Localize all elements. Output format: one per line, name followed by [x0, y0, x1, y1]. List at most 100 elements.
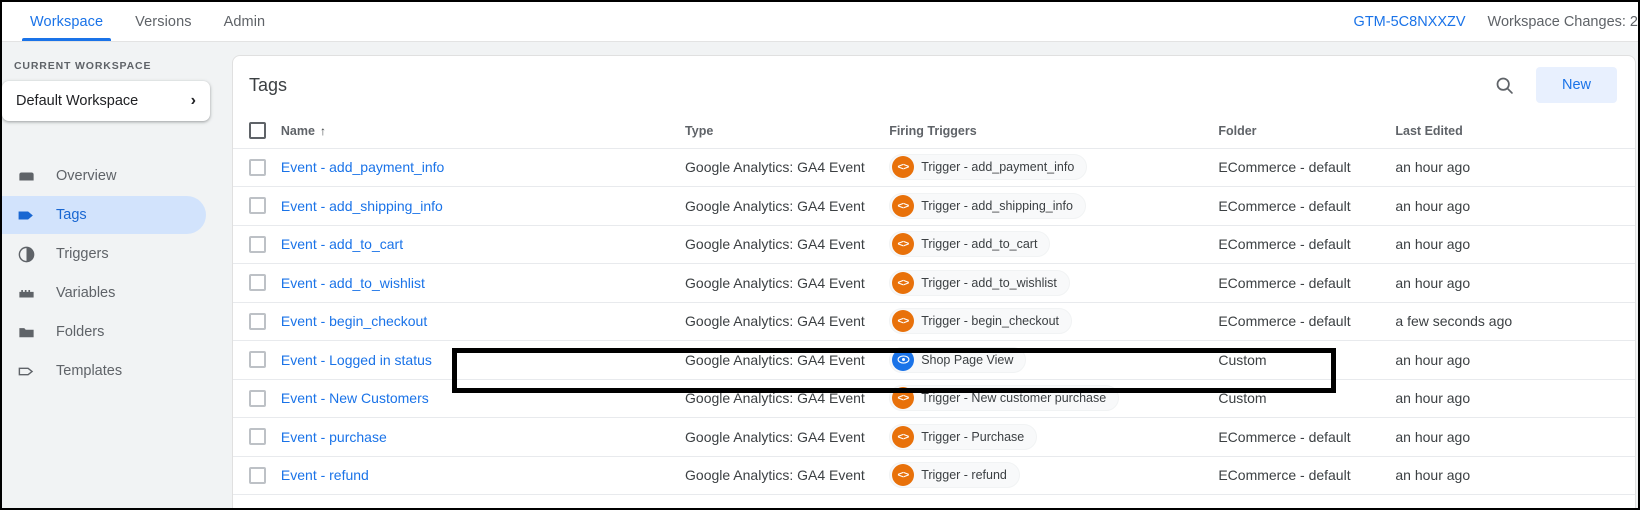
sidebar-item-variables[interactable]: Variables	[2, 274, 206, 312]
row-select-cell	[233, 417, 281, 457]
trigger-chip[interactable]: <> Trigger - begin_checkout	[889, 308, 1072, 335]
row-checkbox[interactable]	[249, 197, 266, 215]
table-row[interactable]: Event - add_to_cart Google Analytics: GA4…	[233, 225, 1635, 264]
tag-name-cell: Event - add_payment_info	[280, 148, 686, 187]
tag-type-cell: Google Analytics: GA4 Event	[685, 148, 890, 187]
code-trigger-icon: <>	[892, 310, 915, 333]
sidebar-item-overview[interactable]: Overview	[2, 157, 206, 195]
tag-name-cell: Event - purchase	[280, 417, 686, 457]
nav-tab-admin[interactable]: Admin	[208, 2, 282, 41]
tag-name-link[interactable]: Event - add_payment_info	[281, 159, 444, 175]
sidebar-item-tags[interactable]: Tags	[2, 196, 206, 234]
workspace-selector[interactable]: Default Workspace ›	[2, 81, 210, 121]
tag-name-link[interactable]: Event - purchase	[281, 429, 387, 445]
column-header-name[interactable]: Name ↑	[280, 114, 686, 149]
folder-cell: ECommerce - default	[1218, 186, 1396, 226]
tag-name-link[interactable]: Event - Logged in status	[281, 352, 432, 368]
trigger-chip[interactable]: <> Trigger - refund	[889, 462, 1020, 489]
firing-trigger-cell: <> Trigger - add_payment_info	[889, 148, 1219, 187]
trigger-chip[interactable]: <> Trigger - New customer purchase	[889, 385, 1120, 412]
trigger-chip[interactable]: Shop Page View	[889, 346, 1027, 373]
card-header-actions: New	[1488, 67, 1617, 103]
top-navigation-bar: Workspace Versions Admin GTM-5C8NXXZV Work…	[2, 2, 1638, 42]
row-checkbox[interactable]	[249, 389, 266, 407]
tag-name-cell: Event - refund	[280, 456, 686, 495]
trigger-chip-label: Trigger - add_to_cart	[921, 237, 1038, 252]
sidebar-nav-list: Overview Tags Triggers Variables Folders Temp…	[2, 157, 220, 390]
template-icon	[16, 361, 36, 381]
column-header-firing-triggers[interactable]: Firing Triggers	[889, 114, 1219, 149]
firing-trigger-cell: <> Trigger - add_to_wishlist	[889, 263, 1219, 303]
container-id-link[interactable]: GTM-5C8NXXZV	[1354, 14, 1466, 30]
table-row[interactable]: Event - add_shipping_info Google Analytic…	[233, 186, 1635, 226]
column-header-folder[interactable]: Folder	[1218, 114, 1396, 149]
row-checkbox[interactable]	[249, 428, 266, 446]
column-header-last-edited[interactable]: Last Edited	[1395, 114, 1635, 149]
sidebar-item-label: Triggers	[56, 246, 109, 262]
table-row[interactable]: Event - refund Google Analytics: GA4 Even…	[233, 456, 1635, 495]
nav-tab-workspace[interactable]: Workspace	[14, 2, 119, 41]
trigger-chip-label: Trigger - add_payment_info	[921, 160, 1075, 175]
code-trigger-icon: <>	[892, 425, 915, 448]
row-select-cell	[233, 263, 281, 303]
body-area: CURRENT WORKSPACE Default Workspace › Ov…	[2, 42, 1638, 508]
sidebar-item-label: Folders	[56, 324, 105, 340]
row-checkbox[interactable]	[249, 274, 266, 292]
firing-trigger-cell: <> Trigger - add_shipping_info	[889, 186, 1219, 226]
trigger-chip-label: Trigger - add_shipping_info	[921, 198, 1073, 213]
row-select-cell	[233, 148, 281, 187]
tag-name-link[interactable]: Event - begin_checkout	[281, 313, 427, 329]
column-header-type[interactable]: Type	[685, 114, 890, 149]
trigger-chip[interactable]: <> Trigger - add_shipping_info	[889, 192, 1086, 219]
row-checkbox[interactable]	[249, 466, 266, 484]
table-row[interactable]: Event - purchase Google Analytics: GA4 Ev…	[233, 417, 1635, 457]
trigger-chip[interactable]: <> Trigger - add_payment_info	[889, 154, 1088, 181]
row-checkbox[interactable]	[249, 351, 266, 369]
tag-type-cell: Google Analytics: GA4 Event	[685, 302, 890, 341]
tag-name-link[interactable]: Event - add_shipping_info	[281, 198, 443, 214]
last-edited-cell: an hour ago	[1395, 225, 1635, 264]
table-row[interactable]: Event - New Customers Google Analytics: G…	[233, 379, 1635, 418]
row-checkbox[interactable]	[249, 158, 266, 176]
sidebar-item-label: Templates	[56, 363, 123, 379]
sidebar-item-label: Variables	[56, 285, 116, 301]
main-content: Tags New Name ↑ Type Firing Triggers Fol…	[220, 42, 1638, 508]
table-header-row: Name ↑ Type Firing Triggers Folder Last …	[233, 114, 1635, 149]
trigger-chip[interactable]: <> Trigger - add_to_cart	[889, 231, 1051, 258]
sidebar-item-folders[interactable]: Folders	[2, 313, 206, 351]
table-row[interactable]: Event - Logged in status Google Analytics…	[233, 340, 1635, 380]
new-tag-button[interactable]: New	[1535, 67, 1617, 103]
trigger-chip[interactable]: <> Trigger - add_to_wishlist	[889, 269, 1070, 296]
table-row[interactable]: Event - add_to_wishlist Google Analytics:…	[233, 263, 1635, 303]
row-select-cell	[233, 225, 281, 264]
row-checkbox[interactable]	[249, 312, 266, 330]
workspace-name: Default Workspace	[16, 93, 139, 109]
nav-tab-list: Workspace Versions Admin	[2, 2, 281, 41]
last-edited-cell: an hour ago	[1395, 340, 1635, 380]
column-header-firing-triggers-label: Firing Triggers	[889, 123, 977, 138]
nav-tab-versions[interactable]: Versions	[119, 2, 207, 41]
firing-trigger-cell: <> Trigger - add_to_cart	[889, 225, 1219, 264]
trigger-chip[interactable]: <> Trigger - Purchase	[889, 423, 1038, 450]
sidebar: CURRENT WORKSPACE Default Workspace › Ov…	[2, 42, 220, 508]
tag-name-link[interactable]: Event - add_to_wishlist	[281, 275, 425, 291]
tag-name-link[interactable]: Event - add_to_cart	[281, 236, 403, 252]
sidebar-item-triggers[interactable]: Triggers	[2, 235, 206, 273]
code-trigger-icon: <>	[892, 156, 915, 179]
last-edited-cell: an hour ago	[1395, 379, 1635, 418]
tag-name-cell: Event - Logged in status	[280, 340, 686, 380]
trigger-chip-label: Trigger - add_to_wishlist	[921, 275, 1057, 290]
folder-cell: ECommerce - default	[1218, 302, 1396, 341]
select-all-checkbox[interactable]	[249, 122, 266, 140]
folder-cell: ECommerce - default	[1218, 456, 1396, 495]
table-row[interactable]: Event - begin_checkout Google Analytics: …	[233, 302, 1635, 341]
code-trigger-icon: <>	[892, 387, 915, 410]
search-icon[interactable]	[1488, 68, 1522, 102]
column-header-type-label: Type	[685, 123, 714, 138]
tag-name-link[interactable]: Event - refund	[281, 467, 369, 483]
tag-name-link[interactable]: Event - New Customers	[281, 390, 429, 406]
sidebar-item-templates[interactable]: Templates	[2, 352, 206, 390]
table-body: Event - add_payment_info Google Analytics…	[233, 148, 1635, 495]
row-checkbox[interactable]	[249, 235, 266, 253]
table-row[interactable]: Event - add_payment_info Google Analytics…	[233, 148, 1635, 187]
